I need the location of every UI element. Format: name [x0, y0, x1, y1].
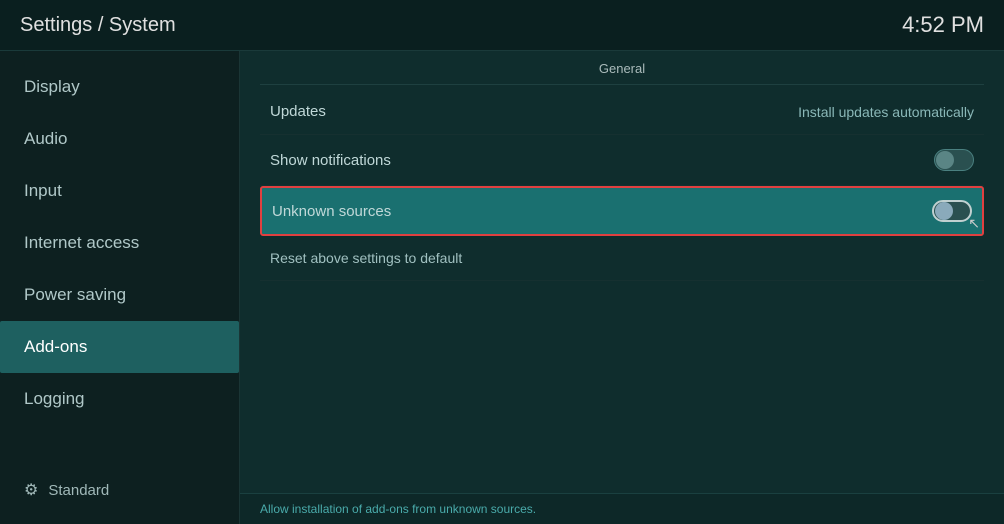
updates-label: Updates: [270, 103, 326, 120]
show-notifications-toggle[interactable]: [934, 149, 974, 171]
row-updates: Updates Install updates automatically: [260, 89, 984, 135]
unknown-sources-toggle[interactable]: [932, 200, 972, 222]
sidebar-item-audio[interactable]: Audio: [0, 113, 239, 165]
cursor-arrow-icon: ↖: [968, 215, 980, 232]
page-title: Settings / System: [20, 14, 176, 37]
show-notifications-label: Show notifications: [270, 152, 391, 169]
row-reset[interactable]: Reset above settings to default: [260, 236, 984, 281]
sidebar-bottom[interactable]: ⚙ Standard: [0, 466, 239, 514]
sidebar: Display Audio Input Internet access Powe…: [0, 51, 240, 524]
sidebar-item-power-saving[interactable]: Power saving: [0, 269, 239, 321]
content-inner: General Updates Install updates automati…: [240, 51, 1004, 493]
footer-text: Allow installation of add-ons from unkno…: [260, 502, 536, 516]
clock: 4:52 PM: [902, 12, 984, 38]
updates-value: Install updates automatically: [798, 104, 974, 120]
sidebar-item-display[interactable]: Display: [0, 61, 239, 113]
row-unknown-sources: Unknown sources ↖: [260, 186, 984, 236]
reset-label: Reset above settings to default: [270, 250, 462, 266]
sidebar-item-internet-access[interactable]: Internet access: [0, 217, 239, 269]
row-show-notifications: Show notifications: [260, 135, 984, 186]
section-title: General: [260, 51, 984, 85]
unknown-sources-label: Unknown sources: [272, 203, 391, 220]
gear-icon: ⚙: [24, 480, 38, 500]
content-area: General Updates Install updates automati…: [240, 51, 1004, 524]
sidebar-item-addons[interactable]: Add-ons: [0, 321, 239, 373]
show-notifications-right: [934, 149, 974, 171]
unknown-sources-right: ↖: [932, 200, 972, 222]
sidebar-item-input[interactable]: Input: [0, 165, 239, 217]
footer-bar: Allow installation of add-ons from unkno…: [240, 493, 1004, 524]
sidebar-item-logging[interactable]: Logging: [0, 373, 239, 425]
main-layout: Display Audio Input Internet access Powe…: [0, 51, 1004, 524]
header: Settings / System 4:52 PM: [0, 0, 1004, 51]
